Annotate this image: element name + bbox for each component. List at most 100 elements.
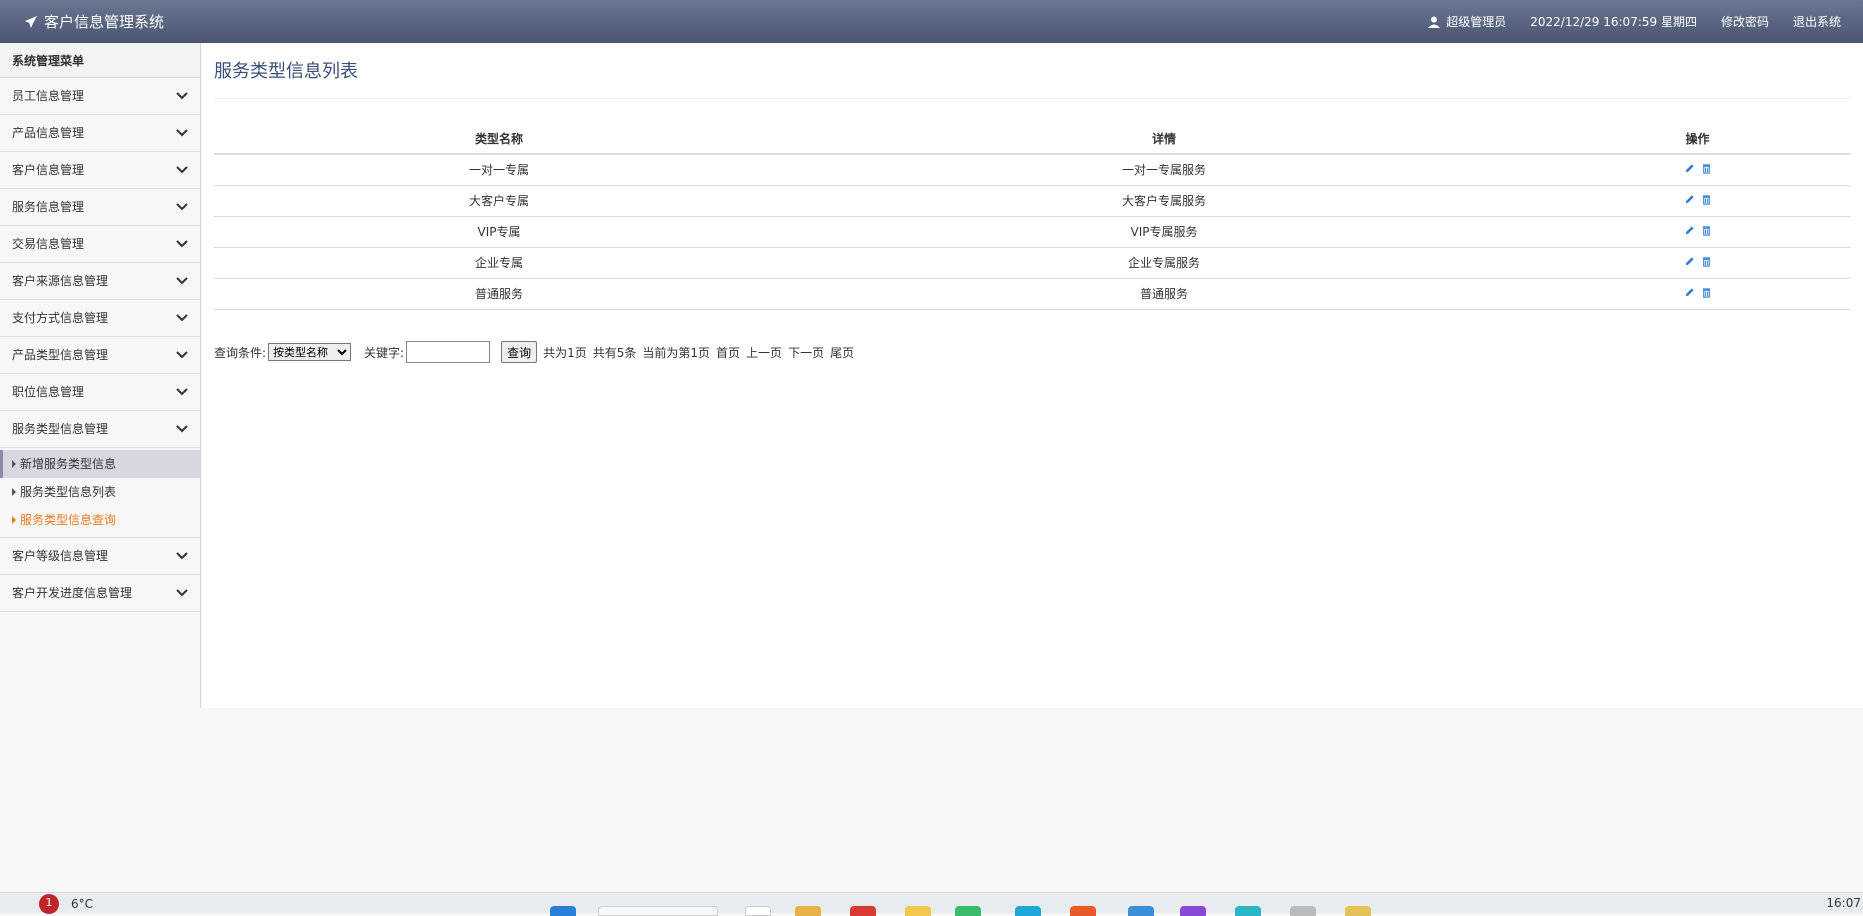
trash-icon[interactable] <box>1701 194 1712 205</box>
chevron-down-icon <box>176 129 188 137</box>
pagination: 共为1页 共有5条 当前为第1页 首页 上一页 下一页 尾页 <box>543 344 854 361</box>
first-page-link[interactable]: 首页 <box>716 344 740 361</box>
sidebar-item-service-type[interactable]: 服务类型信息管理 <box>0 411 200 448</box>
trash-icon[interactable] <box>1701 256 1712 267</box>
folder-icon[interactable] <box>795 906 821 916</box>
sidebar-item-label: 产品信息管理 <box>12 126 85 140</box>
submenu-label: 服务类型信息列表 <box>20 485 117 499</box>
sidebar-item-product[interactable]: 产品信息管理 <box>0 115 200 152</box>
sidebar-item-label: 客户等级信息管理 <box>12 549 109 563</box>
prev-page-link[interactable]: 上一页 <box>746 344 782 361</box>
sidebar-item-label: 产品类型信息管理 <box>12 348 109 362</box>
next-page-link[interactable]: 下一页 <box>788 344 824 361</box>
app-icon[interactable] <box>1345 906 1371 916</box>
sidebar-item-label: 客户开发进度信息管理 <box>12 586 133 600</box>
cell-name: 大客户专属 <box>214 185 784 217</box>
caret-right-icon <box>12 460 16 468</box>
app-icon[interactable] <box>850 906 876 916</box>
cell-detail: 一对一专属服务 <box>784 154 1544 186</box>
cell-actions <box>1544 216 1851 248</box>
logout-link[interactable]: 退出系统 <box>1793 13 1841 30</box>
app-icon[interactable] <box>745 906 771 916</box>
chevron-down-icon <box>176 314 188 322</box>
weather-widget[interactable]: 6°C <box>71 897 93 911</box>
current-user: 超级管理员 <box>1428 13 1506 30</box>
app-icon[interactable] <box>1180 906 1206 916</box>
cell-actions <box>1544 247 1851 279</box>
user-icon <box>1428 16 1441 28</box>
cell-name: 企业专属 <box>214 247 784 279</box>
cell-detail: 大客户专属服务 <box>784 185 1544 217</box>
trash-icon[interactable] <box>1701 225 1712 236</box>
chevron-down-icon <box>176 425 188 433</box>
submenu-add-service-type[interactable]: 新增服务类型信息 <box>0 450 200 478</box>
service-type-submenu: 新增服务类型信息 服务类型信息列表 服务类型信息查询 <box>0 448 200 538</box>
app-icon[interactable] <box>1128 906 1154 916</box>
taskbar-clock: 16:07 <box>1826 896 1861 910</box>
notification-badge[interactable]: 1 <box>39 894 59 914</box>
column-header-detail: 详情 <box>784 124 1544 155</box>
sidebar-item-employee[interactable]: 员工信息管理 <box>0 78 200 115</box>
sidebar-item-payment-method[interactable]: 支付方式信息管理 <box>0 300 200 337</box>
app-icon[interactable] <box>1070 906 1096 916</box>
edit-icon[interactable] <box>1684 256 1695 267</box>
keyword-input[interactable] <box>406 341 491 363</box>
sidebar-header: 系统管理菜单 <box>0 43 200 78</box>
edit-icon[interactable] <box>1684 287 1695 298</box>
total-pages: 共为1页 <box>543 345 587 360</box>
user-name: 超级管理员 <box>1446 15 1507 29</box>
top-nav: 超级管理员 2022/12/29 16:07:59 星期四 修改密码 退出系统 <box>1428 13 1841 30</box>
trash-icon[interactable] <box>1701 163 1712 174</box>
submenu-service-type-query[interactable]: 服务类型信息查询 <box>0 506 200 534</box>
cell-actions <box>1544 278 1851 310</box>
sidebar-item-customer-source[interactable]: 客户来源信息管理 <box>0 263 200 300</box>
sidebar-item-position[interactable]: 职位信息管理 <box>0 374 200 411</box>
last-page-link[interactable]: 尾页 <box>830 344 854 361</box>
chevron-down-icon <box>176 388 188 396</box>
divider <box>214 98 1851 99</box>
app-icon[interactable] <box>955 906 981 916</box>
current-page: 当前为第1页 <box>642 345 711 360</box>
caret-right-icon <box>12 488 16 496</box>
table-row: 大客户专属 大客户专属服务 <box>214 185 1851 217</box>
app-icon[interactable] <box>905 906 931 916</box>
chevron-down-icon <box>176 351 188 359</box>
sidebar-item-label: 员工信息管理 <box>12 89 85 103</box>
sidebar-item-customer-level[interactable]: 客户等级信息管理 <box>0 538 200 575</box>
app-brand: 客户信息管理系统 <box>24 11 164 32</box>
chevron-down-icon <box>176 240 188 248</box>
sidebar-item-label: 服务类型信息管理 <box>12 422 109 436</box>
table-row: 一对一专属 一对一专属服务 <box>214 154 1851 186</box>
trash-icon[interactable] <box>1701 287 1712 298</box>
submenu-service-type-list[interactable]: 服务类型信息列表 <box>0 478 200 506</box>
change-password-link[interactable]: 修改密码 <box>1721 13 1769 30</box>
sidebar-item-product-type[interactable]: 产品类型信息管理 <box>0 337 200 374</box>
sidebar-item-label: 客户信息管理 <box>12 163 85 177</box>
table-row: 企业专属 企业专属服务 <box>214 247 1851 279</box>
search-box[interactable] <box>598 906 718 916</box>
query-button[interactable]: 查询 <box>501 341 538 363</box>
service-type-table: 类型名称 详情 操作 一对一专属 一对一专属服务 大客户专属 大客户专属服务 V… <box>214 124 1851 310</box>
app-icon[interactable] <box>1290 906 1316 916</box>
column-header-actions: 操作 <box>1544 124 1851 155</box>
sidebar-item-service[interactable]: 服务信息管理 <box>0 189 200 226</box>
edit-icon[interactable] <box>1684 194 1695 205</box>
cell-name: VIP专属 <box>214 216 784 248</box>
sidebar-item-label: 职位信息管理 <box>12 385 85 399</box>
sidebar-item-customer[interactable]: 客户信息管理 <box>0 152 200 189</box>
cell-actions <box>1544 185 1851 217</box>
os-taskbar: 1 6°C 16:07 <box>0 892 1863 916</box>
sidebar-item-label: 支付方式信息管理 <box>12 311 109 325</box>
edit-icon[interactable] <box>1684 163 1695 174</box>
edit-icon[interactable] <box>1684 225 1695 236</box>
condition-select[interactable]: 按类型名称 <box>268 343 352 361</box>
chevron-down-icon <box>176 166 188 174</box>
start-icon[interactable] <box>550 906 576 916</box>
sidebar-item-customer-progress[interactable]: 客户开发进度信息管理 <box>0 575 200 612</box>
browser-icon[interactable] <box>1235 906 1261 916</box>
sidebar-item-transaction[interactable]: 交易信息管理 <box>0 226 200 263</box>
app-icon[interactable] <box>1015 906 1041 916</box>
cell-detail: VIP专属服务 <box>784 216 1544 248</box>
chevron-down-icon <box>176 589 188 597</box>
paper-plane-icon <box>24 15 38 28</box>
